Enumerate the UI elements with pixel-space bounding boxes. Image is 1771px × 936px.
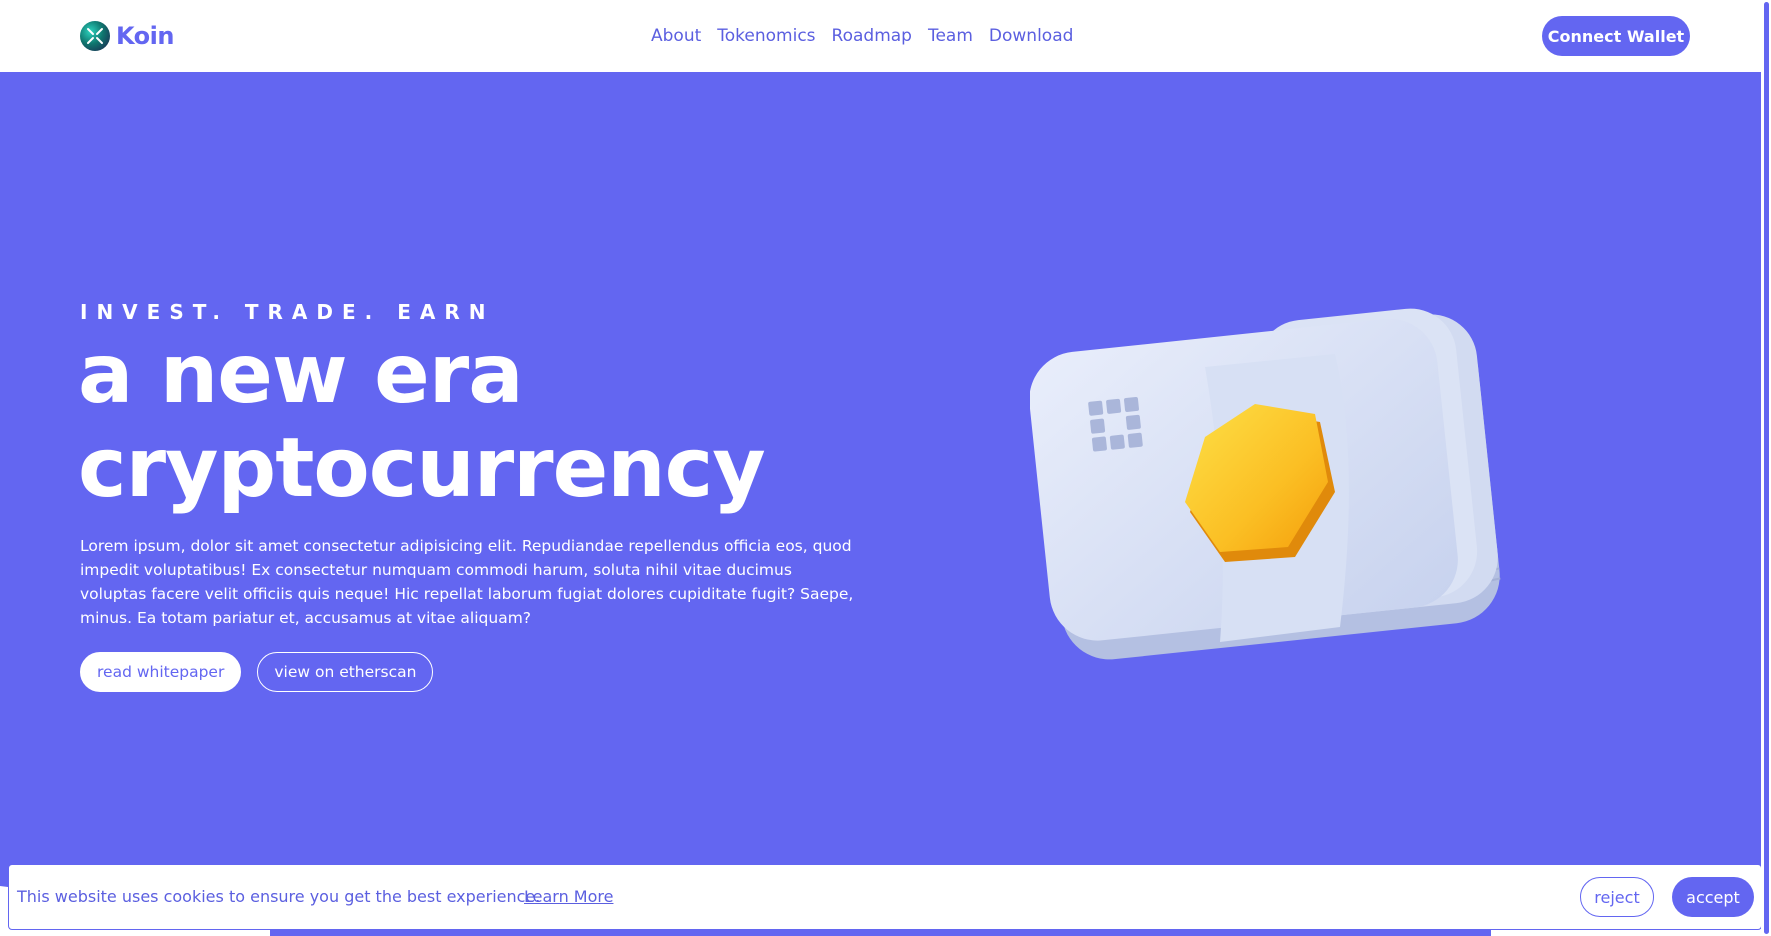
connect-wallet-button[interactable]: Connect Wallet bbox=[1542, 16, 1690, 56]
main-nav: About Tokenomics Roadmap Team Download bbox=[651, 24, 1073, 48]
learn-more-link[interactable]: Learn More bbox=[524, 886, 613, 908]
site-header: Koin About Tokenomics Roadmap Team Downl… bbox=[0, 0, 1771, 72]
crypto-card-stack-illustration bbox=[1030, 308, 1501, 660]
brand-logo[interactable]: Koin bbox=[80, 20, 174, 52]
nav-item-tokenomics[interactable]: Tokenomics bbox=[717, 24, 815, 48]
nav-item-roadmap[interactable]: Roadmap bbox=[832, 24, 912, 48]
cookie-message: This website uses cookies to ensure you … bbox=[17, 887, 541, 906]
hero-headline: a new era cryptocurrency bbox=[78, 327, 766, 516]
nav-item-about[interactable]: About bbox=[651, 24, 701, 48]
scrollbar-thumb[interactable] bbox=[1764, 2, 1769, 934]
hero-actions: read whitepaper view on etherscan bbox=[80, 652, 434, 692]
brand-name: Koin bbox=[116, 22, 174, 50]
nav-item-team[interactable]: Team bbox=[928, 24, 973, 48]
accept-cookies-button[interactable]: accept bbox=[1672, 877, 1754, 917]
hero-description: Lorem ipsum, dolor sit amet consectetur … bbox=[80, 537, 854, 627]
view-etherscan-button[interactable]: view on etherscan bbox=[257, 652, 434, 692]
nav-item-download[interactable]: Download bbox=[989, 24, 1074, 48]
reject-cookies-button[interactable]: reject bbox=[1580, 877, 1654, 917]
koin-logo-icon bbox=[80, 21, 110, 51]
hero-section: INVEST. TRADE. EARN a new era cryptocurr… bbox=[0, 72, 1761, 936]
read-whitepaper-button[interactable]: read whitepaper bbox=[80, 652, 242, 692]
cookie-banner: This website uses cookies to ensure you … bbox=[8, 864, 1762, 930]
hero-eyebrow: INVEST. TRADE. EARN bbox=[80, 300, 495, 324]
